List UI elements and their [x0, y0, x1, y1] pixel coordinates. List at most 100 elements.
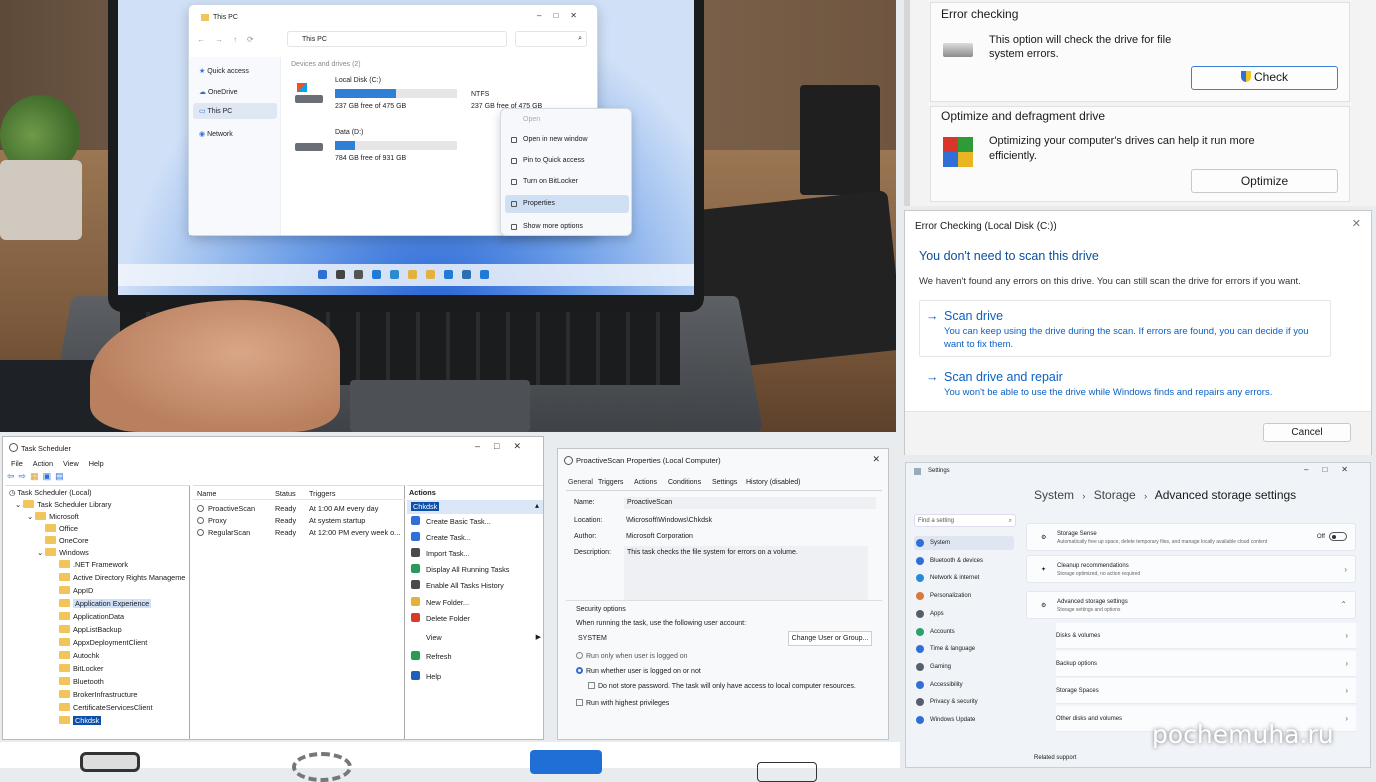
- settings-nav-bluetooth-devices[interactable]: Bluetooth & devices: [914, 554, 1014, 568]
- storage-sense-row[interactable]: ⚙ Storage Sense Automatically free up sp…: [1026, 523, 1356, 551]
- drive-d-name[interactable]: Data (D:): [335, 129, 363, 136]
- tree-library[interactable]: ⌄ Task Scheduler Library: [15, 499, 111, 511]
- help-toolbar-icon[interactable]: ▣: [43, 471, 56, 481]
- crumb-system[interactable]: System: [1034, 488, 1074, 502]
- nav-this-pc[interactable]: ▭ This PC: [193, 103, 277, 119]
- action-enable-tasks-history[interactable]: Enable All Tasks History: [411, 578, 541, 594]
- ctx-open-new-window[interactable]: Open in new window: [505, 131, 629, 149]
- drive-c-name[interactable]: Local Disk (C:): [335, 77, 381, 84]
- menu-file[interactable]: File: [11, 459, 23, 468]
- taskview-icon[interactable]: [354, 270, 363, 279]
- col-status[interactable]: Status: [275, 489, 296, 498]
- action-delete-folder[interactable]: Delete Folder: [411, 611, 541, 627]
- advanced-sub-item[interactable]: Storage Spaces ›: [1056, 678, 1356, 704]
- app-icon[interactable]: [462, 270, 471, 279]
- tree-folder-item[interactable]: AppxDeploymentClient: [59, 637, 147, 649]
- ctx-pin-quick-access[interactable]: Pin to Quick access: [505, 152, 629, 170]
- storage-sense-toggle[interactable]: [1329, 532, 1347, 541]
- tree-folder-item[interactable]: ApplicationData: [59, 611, 124, 623]
- task-row[interactable]: Proxy Ready At system startup: [193, 514, 405, 526]
- task-row[interactable]: RegularScan Ready At 12:00 PM every week o…: [193, 526, 405, 538]
- address-bar[interactable]: This PC: [287, 31, 507, 47]
- col-name[interactable]: Name: [197, 489, 216, 498]
- action-new-folder[interactable]: New Folder...: [411, 595, 541, 611]
- name-field[interactable]: ProactiveScan: [624, 497, 876, 509]
- close-icon[interactable]: ✕: [1352, 217, 1361, 230]
- crumb-storage[interactable]: Storage: [1094, 488, 1136, 502]
- ctx-bitlocker[interactable]: Turn on BitLocker: [505, 173, 629, 191]
- settings-search[interactable]: Find a setting ⌕: [914, 514, 1016, 527]
- tab-triggers[interactable]: Triggers: [598, 479, 623, 486]
- forward-icon[interactable]: ⇨: [19, 471, 31, 481]
- tab-conditions[interactable]: Conditions: [668, 479, 701, 486]
- mail-icon[interactable]: [444, 270, 453, 279]
- action-create-task[interactable]: Create Task...: [411, 530, 541, 546]
- settings-nav-privacy-security[interactable]: Privacy & security: [914, 695, 1014, 709]
- tab-actions[interactable]: Actions: [634, 479, 657, 486]
- ctx-show-more[interactable]: Show more options: [505, 218, 629, 236]
- tree-folder-item[interactable]: CertificateServicesClient: [59, 702, 152, 714]
- settings-taskbar-icon[interactable]: [480, 270, 489, 279]
- cleanup-row[interactable]: ✦ Cleanup recommendations Storage optimi…: [1026, 555, 1356, 583]
- tree-folder-item[interactable]: .NET Framework: [59, 559, 128, 571]
- action-view-menu[interactable]: View ▶: [411, 630, 541, 646]
- actions-selected-row[interactable]: Chkdsk ▴: [407, 500, 543, 514]
- advanced-sub-item[interactable]: Backup options ›: [1056, 650, 1356, 677]
- nav-quick-access[interactable]: ★ Quick access: [199, 67, 249, 75]
- store-icon[interactable]: [390, 270, 399, 279]
- advanced-storage-row[interactable]: ⚙ Advanced storage settings Storage sett…: [1026, 591, 1356, 619]
- window-controls[interactable]: –□✕: [475, 441, 535, 452]
- check-highest-privileges[interactable]: Run with highest privileges: [576, 699, 669, 707]
- tree-root[interactable]: ◷ Task Scheduler (Local): [9, 487, 92, 499]
- tree-folder-item[interactable]: Autochk: [59, 650, 99, 662]
- tree-folder-item[interactable]: AppID: [59, 585, 93, 597]
- cancel-button[interactable]: Cancel: [1263, 423, 1351, 442]
- tree-microsoft[interactable]: ⌄ Microsoft: [27, 511, 79, 523]
- settings-nav-gaming[interactable]: Gaming: [914, 660, 1014, 674]
- tree-onecore[interactable]: OneCore: [45, 535, 89, 547]
- tree-folder-item[interactable]: Bluetooth: [59, 676, 104, 688]
- settings-nav-apps[interactable]: Apps: [914, 607, 1014, 621]
- optimize-button[interactable]: Optimize: [1191, 169, 1338, 193]
- action-create-basic-task[interactable]: Create Basic Task...: [411, 514, 541, 530]
- edge-icon[interactable]: [372, 270, 381, 279]
- scan-drive-option[interactable]: → Scan drive You can keep using the driv…: [919, 300, 1331, 357]
- radio-logged-on[interactable]: Run only when user is logged on: [576, 652, 688, 660]
- settings-nav-network-internet[interactable]: Network & internet: [914, 571, 1014, 585]
- nav-network[interactable]: ◉ Network: [199, 130, 233, 138]
- close-icon[interactable]: ✕: [872, 454, 880, 465]
- search-taskbar-icon[interactable]: [336, 270, 345, 279]
- check-no-password[interactable]: Do not store password. The task will onl…: [588, 682, 856, 690]
- tree-folder-item[interactable]: BrokerInfrastructure: [59, 689, 137, 701]
- start-icon[interactable]: [318, 270, 327, 279]
- tree-folder-item[interactable]: BitLocker: [59, 663, 103, 675]
- description-field[interactable]: This task checks the file system for err…: [624, 546, 868, 600]
- change-user-button[interactable]: Change User or Group...: [788, 631, 872, 646]
- folder-taskbar-icon[interactable]: [426, 270, 435, 279]
- menu-action[interactable]: Action: [33, 459, 53, 468]
- tab-history-disabled-[interactable]: History (disabled): [746, 479, 800, 486]
- action-help[interactable]: Help: [411, 669, 541, 685]
- check-button[interactable]: Check: [1191, 66, 1338, 90]
- view-toolbar-icon[interactable]: ▤: [55, 471, 68, 481]
- nav-onedrive[interactable]: ☁ OneDrive: [199, 88, 238, 96]
- action-display-running-tasks[interactable]: Display All Running Tasks: [411, 562, 541, 578]
- col-triggers[interactable]: Triggers: [309, 489, 336, 498]
- window-controls[interactable]: –□✕: [1304, 465, 1362, 474]
- nav-arrows[interactable]: ←→↑⟳: [197, 35, 264, 44]
- settings-nav-system[interactable]: System: [914, 536, 1014, 550]
- ctx-properties[interactable]: Properties: [505, 195, 629, 213]
- action-refresh[interactable]: Refresh: [411, 649, 541, 665]
- settings-nav-accessibility[interactable]: Accessibility: [914, 678, 1014, 692]
- radio-logged-or-not[interactable]: Run whether user is logged on or not: [576, 667, 701, 675]
- tree-folder-item[interactable]: AppListBackup: [59, 624, 122, 636]
- tree-windows[interactable]: ⌄ Windows: [37, 547, 89, 559]
- tree-office[interactable]: Office: [45, 523, 78, 535]
- folder-toolbar-icon[interactable]: ▦: [30, 471, 43, 481]
- tree-folder-item[interactable]: Application Experience: [59, 598, 152, 610]
- tab-settings[interactable]: Settings: [712, 479, 737, 486]
- tree-folder-item[interactable]: Chkdsk: [59, 715, 102, 727]
- ctx-open[interactable]: Open: [505, 111, 629, 129]
- settings-nav-time-language[interactable]: Time & language: [914, 642, 1014, 656]
- settings-nav-windows-update[interactable]: Windows Update: [914, 713, 1014, 727]
